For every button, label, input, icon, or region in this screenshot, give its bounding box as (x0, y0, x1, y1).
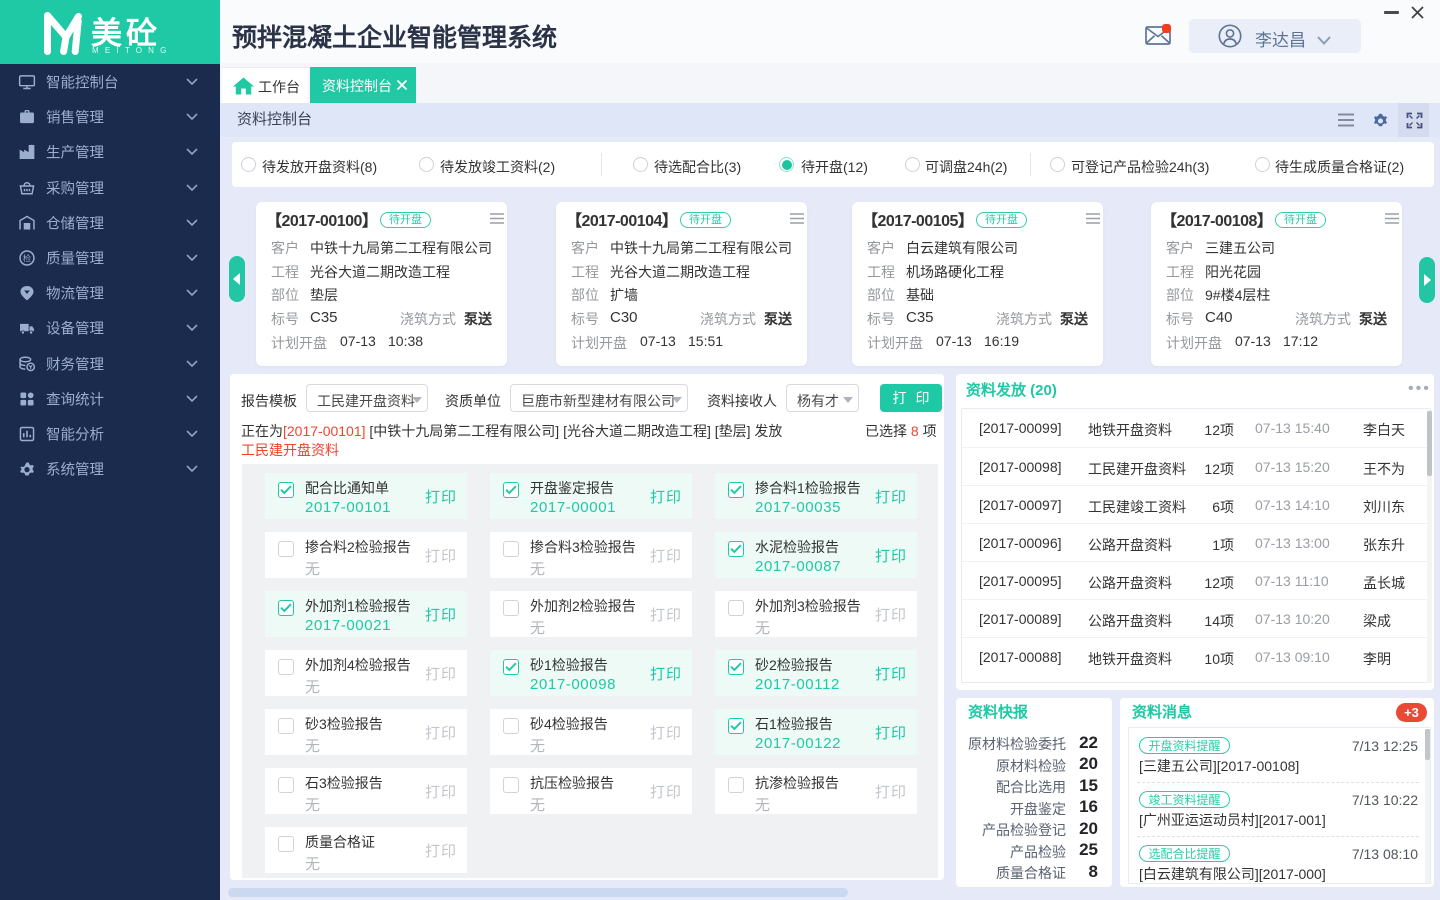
svg-text:检: 检 (23, 253, 31, 263)
